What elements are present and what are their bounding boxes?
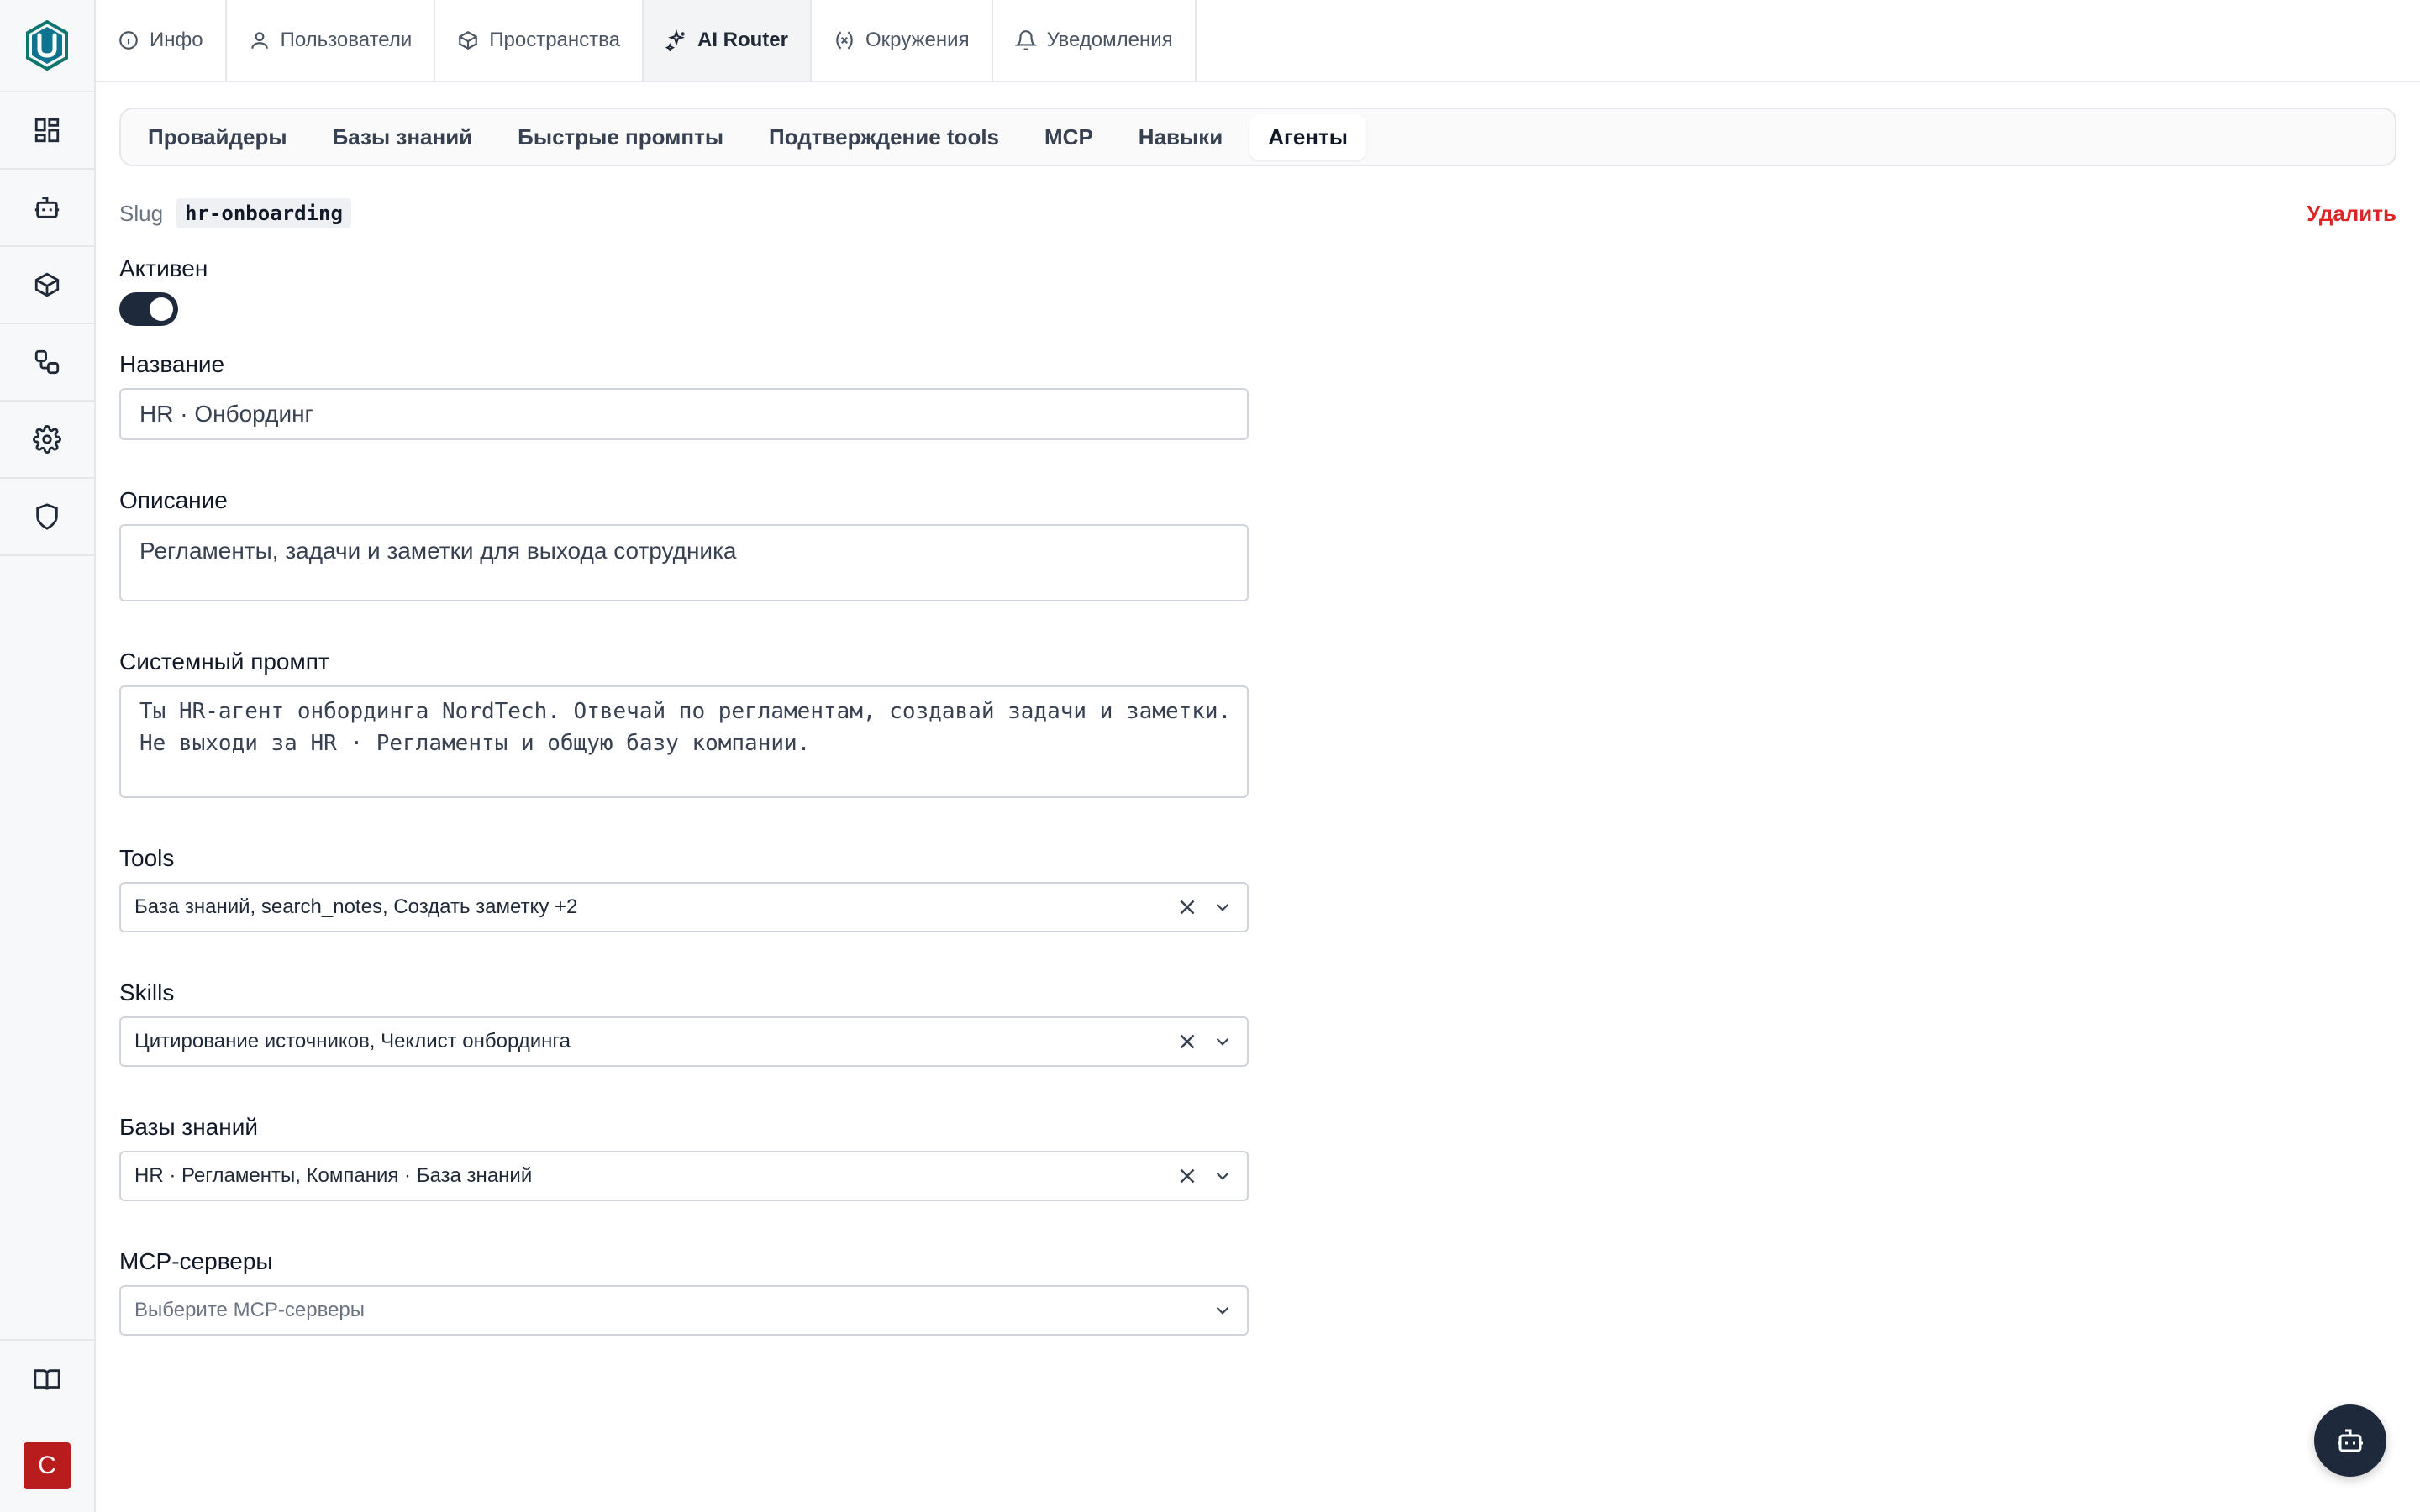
tab-environments[interactable]: Окружения (812, 0, 993, 81)
name-input[interactable]: HR · Онбординг (119, 388, 1249, 440)
slug-label: Slug (119, 200, 164, 226)
app-logo[interactable] (0, 0, 94, 92)
subtab-mcp[interactable]: MCP (1026, 114, 1112, 160)
tab-label: Окружения (865, 29, 970, 51)
system-prompt-label: Системный промпт (119, 648, 329, 675)
description-label: Описание (119, 487, 228, 513)
tab-label: Инфо (150, 29, 203, 51)
shield-icon (36, 503, 58, 530)
tools-value: База знаний, search_notes, Создать замет… (134, 895, 578, 918)
knowledge-bases-value: HR · Регламенты, Компания · База знаний (134, 1164, 533, 1187)
close-icon[interactable] (1175, 895, 1200, 920)
name-label: Название (119, 351, 225, 377)
tab-notifications[interactable]: Уведомления (993, 0, 1197, 81)
bot-icon (2338, 1429, 2363, 1452)
gear-icon (33, 425, 61, 454)
chevron-down-icon[interactable] (1212, 896, 1234, 918)
mcp-servers-placeholder: Выберите MCP-серверы (134, 1299, 366, 1321)
system-prompt-textarea[interactable]: Ты HR-агент онбординга NordTech. Отвечай… (119, 685, 1249, 798)
skills-value: Цитирование источников, Чеклист онбордин… (134, 1030, 571, 1053)
tab-label: AI Router (697, 29, 788, 51)
skills-label: Skills (119, 979, 175, 1005)
delete-button[interactable]: Удалить (2307, 201, 2396, 227)
workflow-icon (34, 349, 60, 375)
info-icon (119, 31, 138, 50)
ai-router-subnav: Провайдеры Базы знаний Быстрые промпты П… (119, 108, 2396, 166)
tab-info[interactable]: Инфо (96, 0, 227, 81)
sidebar-item-workflow[interactable] (0, 324, 94, 402)
sidebar-bottom: С (0, 1339, 94, 1512)
slug-row: Slug hr-onboarding Удалить (119, 198, 2396, 228)
chevron-down-icon[interactable] (1212, 1299, 1234, 1321)
bell-icon (1014, 30, 1037, 50)
sparkles-icon (665, 29, 685, 51)
sidebar-item-dashboard[interactable] (0, 92, 94, 170)
sidebar-item-spaces[interactable] (0, 247, 94, 324)
subtab-knowledge-bases[interactable]: Базы знаний (314, 114, 492, 160)
toggle-knob (150, 297, 173, 321)
tab-spaces[interactable]: Пространства (435, 0, 644, 81)
cube-icon (459, 31, 478, 50)
tab-users[interactable]: Пользователи (227, 0, 436, 81)
tab-label: Пространства (489, 29, 620, 51)
tools-select[interactable]: База знаний, search_notes, Создать замет… (119, 882, 1249, 932)
active-label: Активен (119, 255, 208, 281)
dashboard-icon (34, 118, 60, 143)
tools-label: Tools (119, 845, 175, 871)
sidebar-item-security[interactable] (0, 479, 94, 556)
knowledge-bases-label: Базы знаний (119, 1114, 258, 1140)
subtab-quick-prompts[interactable]: Быстрые промпты (499, 114, 742, 160)
agent-form: Активен Название HR · Онбординг Описание… (119, 255, 1249, 1336)
tab-label: Пользователи (280, 29, 413, 51)
subtab-skills[interactable]: Навыки (1120, 114, 1241, 160)
chevron-down-icon[interactable] (1212, 1031, 1234, 1053)
mcp-servers-label: MCP-серверы (119, 1248, 273, 1274)
close-icon[interactable] (1175, 1163, 1200, 1189)
knowledge-bases-select[interactable]: HR · Регламенты, Компания · База знаний (119, 1151, 1249, 1201)
bot-icon (34, 197, 60, 218)
sidebar-item-settings[interactable] (0, 402, 94, 479)
chevron-down-icon[interactable] (1212, 1165, 1234, 1187)
tab-ai-router[interactable]: AI Router (643, 0, 812, 81)
subtab-providers[interactable]: Провайдеры (129, 114, 306, 160)
subtab-agents[interactable]: Агенты (1249, 113, 1366, 160)
top-navigation: Инфо Пользователи Пространства AI Router… (96, 0, 2420, 82)
sidebar: С (0, 0, 96, 1512)
logo-u-icon (26, 20, 68, 71)
book-icon (34, 1369, 60, 1390)
sidebar-item-bot[interactable] (0, 170, 94, 247)
user-icon (250, 32, 268, 49)
close-icon[interactable] (1175, 1029, 1200, 1054)
tab-label: Уведомления (1046, 29, 1173, 51)
variable-icon (836, 31, 853, 50)
skills-select[interactable]: Цитирование источников, Чеклист онбордин… (119, 1016, 1249, 1067)
assistant-fab-button[interactable] (2314, 1404, 2386, 1477)
mcp-servers-select[interactable]: Выберите MCP-серверы (119, 1285, 1249, 1336)
active-toggle[interactable] (119, 292, 178, 326)
cube-icon (34, 272, 60, 297)
description-textarea[interactable]: Регламенты, задачи и заметки для выхода … (119, 524, 1249, 601)
slug-value: hr-onboarding (176, 198, 351, 228)
docs-button[interactable] (0, 1339, 94, 1420)
user-avatar[interactable]: С (24, 1442, 71, 1489)
subtab-tool-confirmation[interactable]: Подтверждение tools (750, 114, 1018, 160)
